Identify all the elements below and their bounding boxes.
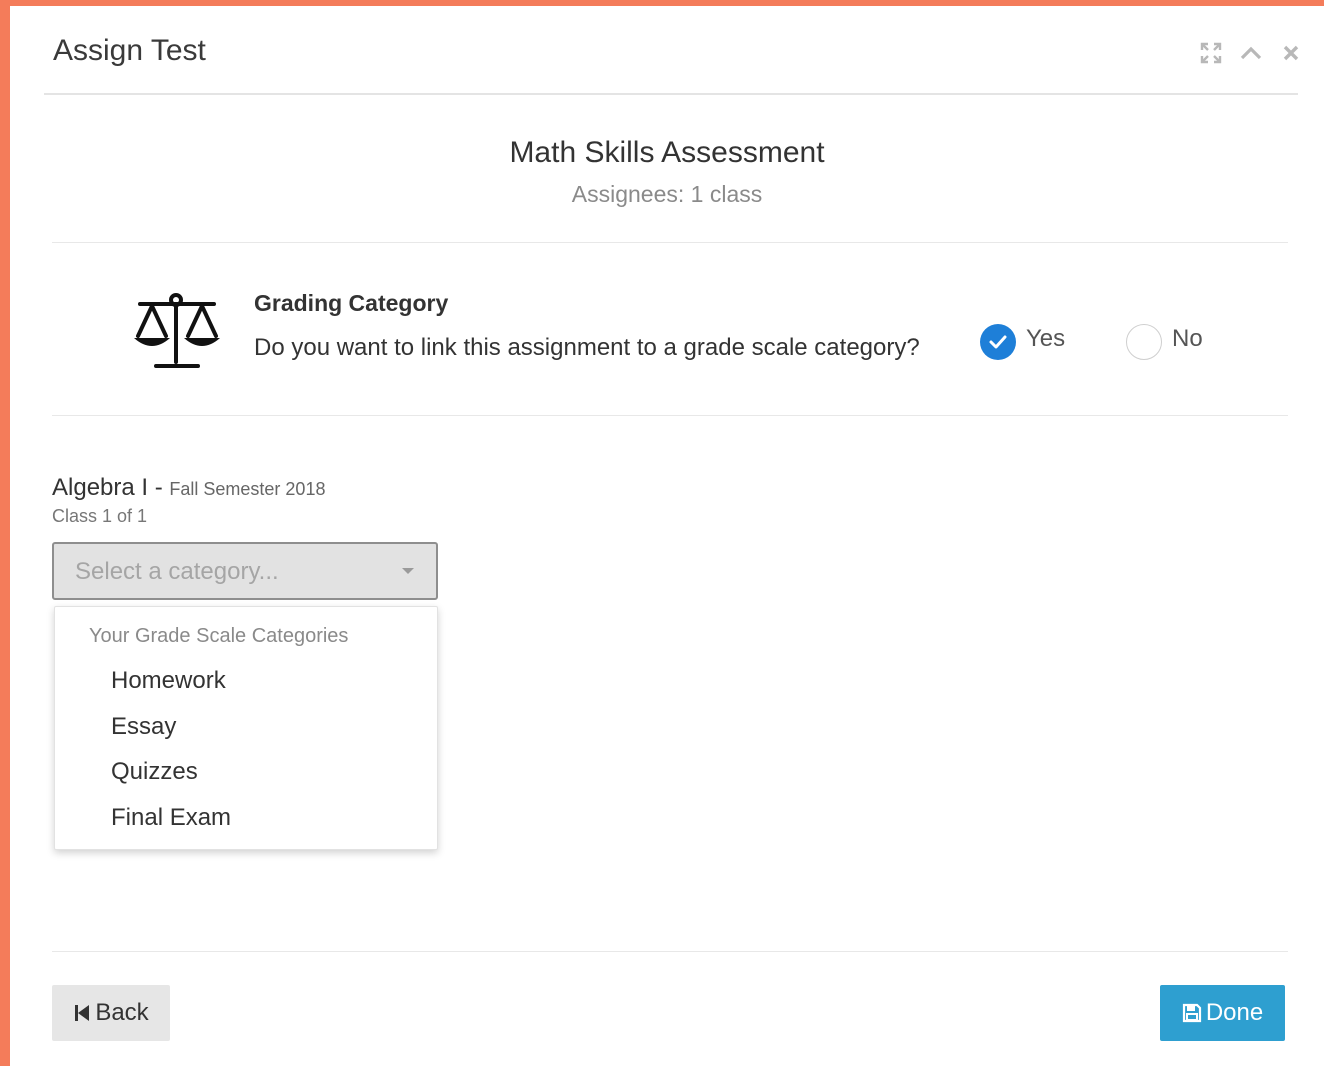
close-icon[interactable] [1278, 40, 1304, 66]
class-count: Class 1 of 1 [52, 506, 148, 526]
done-button[interactable]: Done [1160, 985, 1285, 1041]
category-select-placeholder: Select a category... [75, 558, 279, 585]
scale-icon [130, 292, 226, 372]
dropdown-option-essay[interactable]: Essay [111, 713, 176, 741]
class-term: Fall Semester 2018 [169, 479, 326, 499]
dialog-title: Assign Test [53, 34, 206, 67]
divider [52, 242, 1288, 243]
radio-checked-icon[interactable] [980, 324, 1016, 360]
assign-test-dialog: Assign Test Math Skills Assessment Assig… [10, 6, 1324, 1066]
caret-down-icon [402, 568, 414, 574]
header-controls [1198, 40, 1304, 66]
divider [52, 951, 1288, 952]
radio-no[interactable]: No [1126, 324, 1203, 360]
chevron-up-icon[interactable] [1238, 40, 1264, 66]
dropdown-option-quizzes[interactable]: Quizzes [111, 758, 198, 786]
assignees-count: Assignees: 1 class [571, 181, 763, 207]
dropdown-option-final-exam[interactable]: Final Exam [111, 804, 231, 832]
radio-yes-label: Yes [1026, 325, 1066, 352]
radio-yes[interactable]: Yes [980, 324, 1065, 360]
class-heading: Algebra I - Fall Semester 2018 [52, 474, 325, 502]
back-button[interactable]: Back [52, 985, 170, 1041]
step-backward-icon [73, 1003, 91, 1023]
category-select[interactable]: Select a category... [52, 542, 438, 600]
class-name: Algebra I - [52, 474, 170, 501]
grading-category-question: Do you want to link this assignment to a… [254, 334, 920, 361]
dropdown-group-label: Your Grade Scale Categories [89, 625, 349, 647]
dialog-header: Assign Test [44, 6, 1299, 95]
divider [52, 415, 1288, 416]
radio-no-label: No [1172, 325, 1203, 352]
test-name: Math Skills Assessment [509, 136, 825, 169]
grading-category-title: Grading Category [254, 290, 449, 316]
back-button-label: Back [95, 999, 149, 1026]
radio-unchecked-icon[interactable] [1126, 324, 1162, 360]
category-dropdown: Your Grade Scale Categories Homework Ess… [54, 606, 438, 850]
done-button-label: Done [1205, 999, 1264, 1026]
dropdown-option-homework[interactable]: Homework [111, 667, 226, 695]
save-icon [1182, 1003, 1202, 1023]
expand-icon[interactable] [1198, 40, 1224, 66]
